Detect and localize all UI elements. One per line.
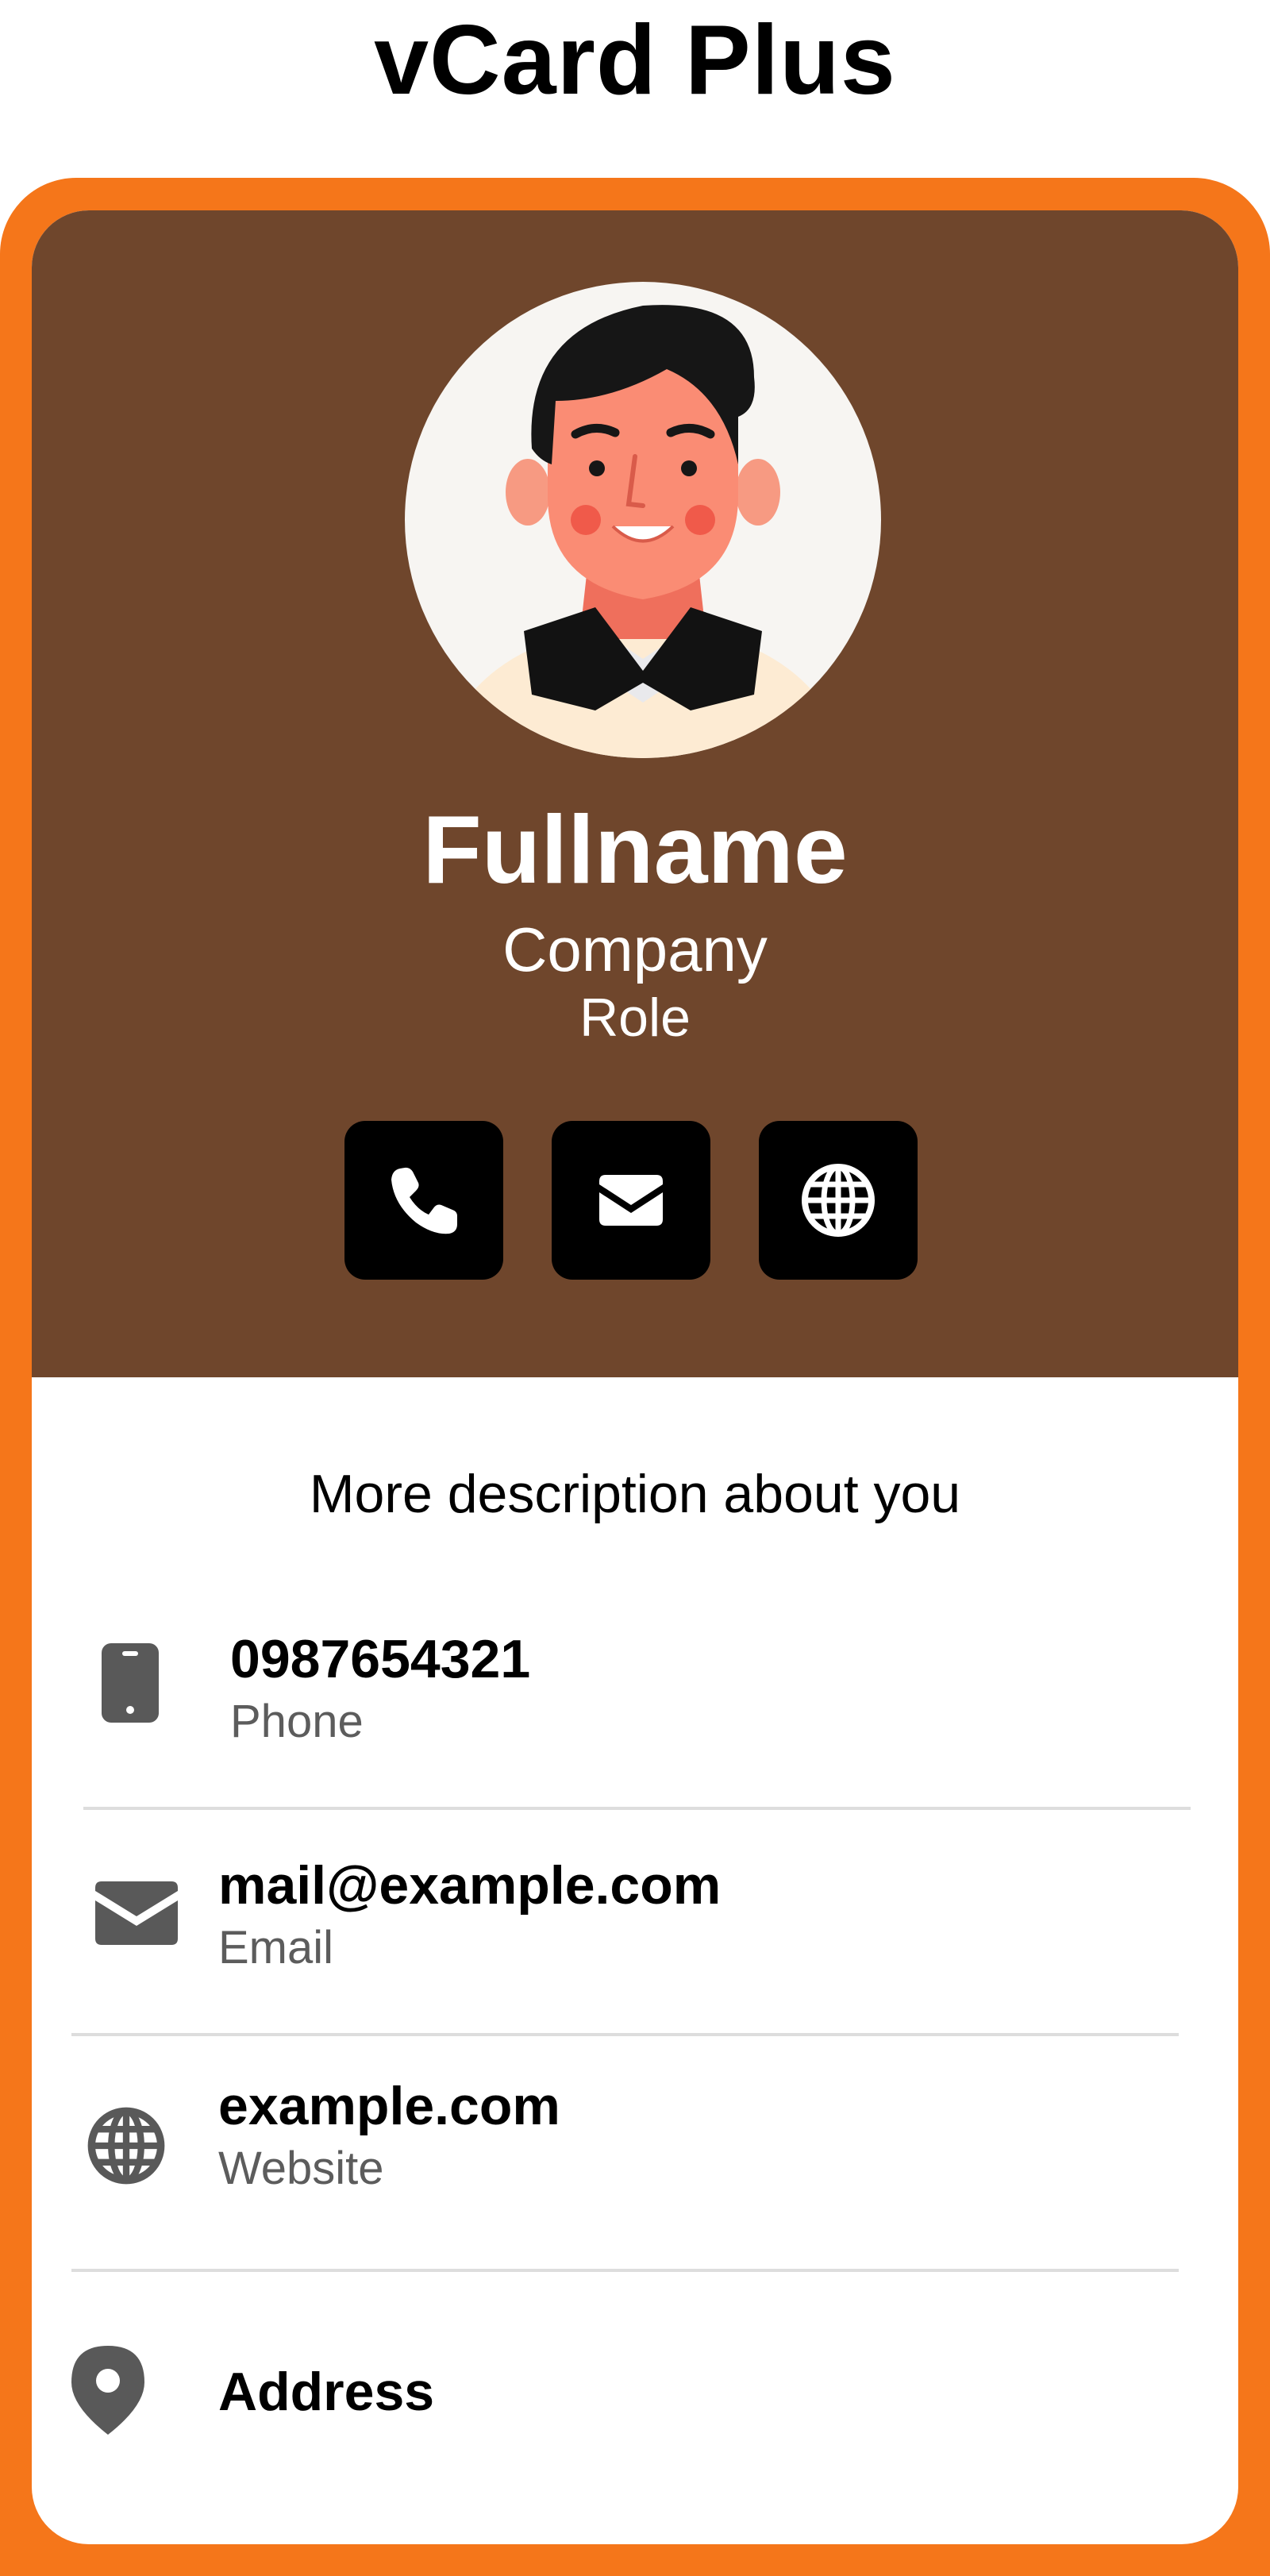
app-title: vCard Plus bbox=[374, 6, 896, 115]
divider bbox=[71, 2269, 1179, 2272]
website-button[interactable] bbox=[759, 1121, 918, 1280]
contact-row-email[interactable]: mail@example.com Email bbox=[71, 1854, 1183, 2012]
description-text: More description about you bbox=[309, 1464, 961, 1524]
globe-icon bbox=[87, 2107, 165, 2185]
quick-actions bbox=[344, 1121, 948, 1280]
location-pin-icon bbox=[71, 2346, 144, 2435]
phone-value: 0987654321 bbox=[230, 1629, 531, 1689]
divider bbox=[71, 2033, 1179, 2036]
profile-role: Role bbox=[579, 988, 691, 1048]
contact-row-website[interactable]: example.com Website bbox=[71, 2074, 1183, 2233]
email-value: mail@example.com bbox=[218, 1855, 722, 1916]
email-button[interactable] bbox=[552, 1121, 710, 1280]
contact-row-address[interactable]: Address bbox=[71, 2338, 1183, 2457]
website-label: Website bbox=[218, 2143, 384, 2194]
phone-icon bbox=[391, 1167, 457, 1234]
vcard: Fullname Company Role More description a… bbox=[32, 210, 1238, 2544]
mobile-phone-icon bbox=[102, 1643, 159, 1723]
profile-company: Company bbox=[502, 914, 768, 984]
website-value: example.com bbox=[218, 2076, 560, 2136]
email-icon bbox=[95, 1881, 178, 1945]
profile-header: Fullname Company Role bbox=[32, 210, 1238, 1377]
email-icon bbox=[599, 1175, 663, 1226]
email-label: Email bbox=[218, 1922, 334, 1973]
profile-fullname: Fullname bbox=[422, 795, 848, 903]
avatar bbox=[405, 282, 881, 758]
phone-label: Phone bbox=[230, 1696, 364, 1747]
call-button[interactable] bbox=[344, 1121, 503, 1280]
avatar-illustration bbox=[437, 305, 849, 758]
globe-icon bbox=[802, 1164, 875, 1237]
contact-row-phone[interactable]: 0987654321 Phone bbox=[71, 1627, 1183, 1794]
address-value: Address bbox=[218, 2362, 435, 2422]
divider bbox=[83, 1807, 1191, 1810]
